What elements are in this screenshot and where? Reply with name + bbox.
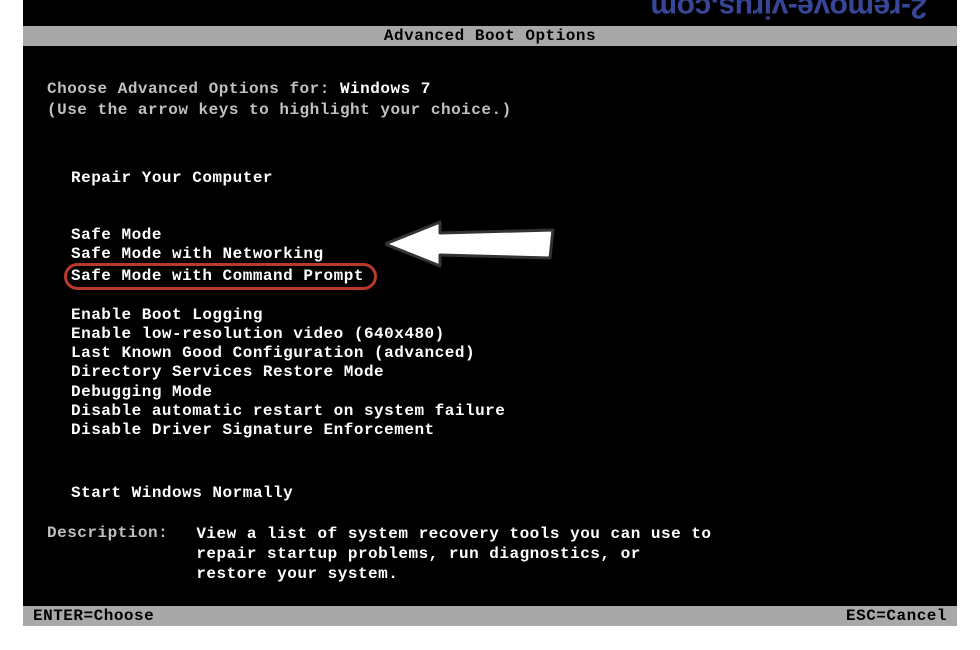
option-start-normally[interactable]: Start Windows Normally bbox=[71, 484, 512, 503]
title-bar: Advanced Boot Options bbox=[23, 26, 957, 46]
content-area: Choose Advanced Options for: Windows 7 (… bbox=[47, 80, 512, 503]
description-block: Description: View a list of system recov… bbox=[47, 524, 716, 584]
option-debugging[interactable]: Debugging Mode bbox=[71, 383, 512, 402]
option-safe-mode-cmd[interactable]: Safe Mode with Command Prompt bbox=[64, 263, 377, 290]
description-text: View a list of system recovery tools you… bbox=[196, 524, 716, 584]
option-safe-mode[interactable]: Safe Mode bbox=[71, 226, 512, 245]
option-repair-computer[interactable]: Repair Your Computer bbox=[71, 169, 512, 188]
description-label: Description: bbox=[47, 524, 168, 542]
arrow-hint: (Use the arrow keys to highlight your ch… bbox=[47, 101, 512, 119]
choose-os-line: Choose Advanced Options for: Windows 7 bbox=[47, 80, 512, 98]
option-disable-driver-sig[interactable]: Disable Driver Signature Enforcement bbox=[71, 421, 512, 440]
group-normal: Start Windows Normally bbox=[71, 484, 512, 503]
title-text: Advanced Boot Options bbox=[384, 27, 596, 45]
group-repair: Repair Your Computer bbox=[71, 169, 512, 188]
group-safe-mode: Safe Mode Safe Mode with Networking Safe… bbox=[71, 226, 512, 288]
footer-bar: ENTER=Choose ESC=Cancel bbox=[23, 606, 957, 626]
option-safe-mode-networking[interactable]: Safe Mode with Networking bbox=[71, 245, 512, 264]
watermark-text: 2-remove-virus.com bbox=[651, 0, 927, 24]
option-low-res-video[interactable]: Enable low-resolution video (640x480) bbox=[71, 325, 512, 344]
option-boot-logging[interactable]: Enable Boot Logging bbox=[71, 306, 512, 325]
option-ds-restore[interactable]: Directory Services Restore Mode bbox=[71, 363, 512, 382]
option-safe-mode-cmd-wrapper: Safe Mode with Command Prompt bbox=[71, 265, 512, 288]
os-name: Windows 7 bbox=[340, 80, 431, 98]
boot-screen: 2-remove-virus.com Advanced Boot Options… bbox=[23, 0, 957, 626]
option-last-known-good[interactable]: Last Known Good Configuration (advanced) bbox=[71, 344, 512, 363]
choose-label: Choose Advanced Options for: bbox=[47, 80, 340, 98]
option-disable-auto-restart[interactable]: Disable automatic restart on system fail… bbox=[71, 402, 512, 421]
group-misc: Enable Boot Logging Enable low-resolutio… bbox=[71, 306, 512, 440]
footer-esc: ESC=Cancel bbox=[846, 606, 957, 626]
footer-enter: ENTER=Choose bbox=[23, 606, 154, 626]
